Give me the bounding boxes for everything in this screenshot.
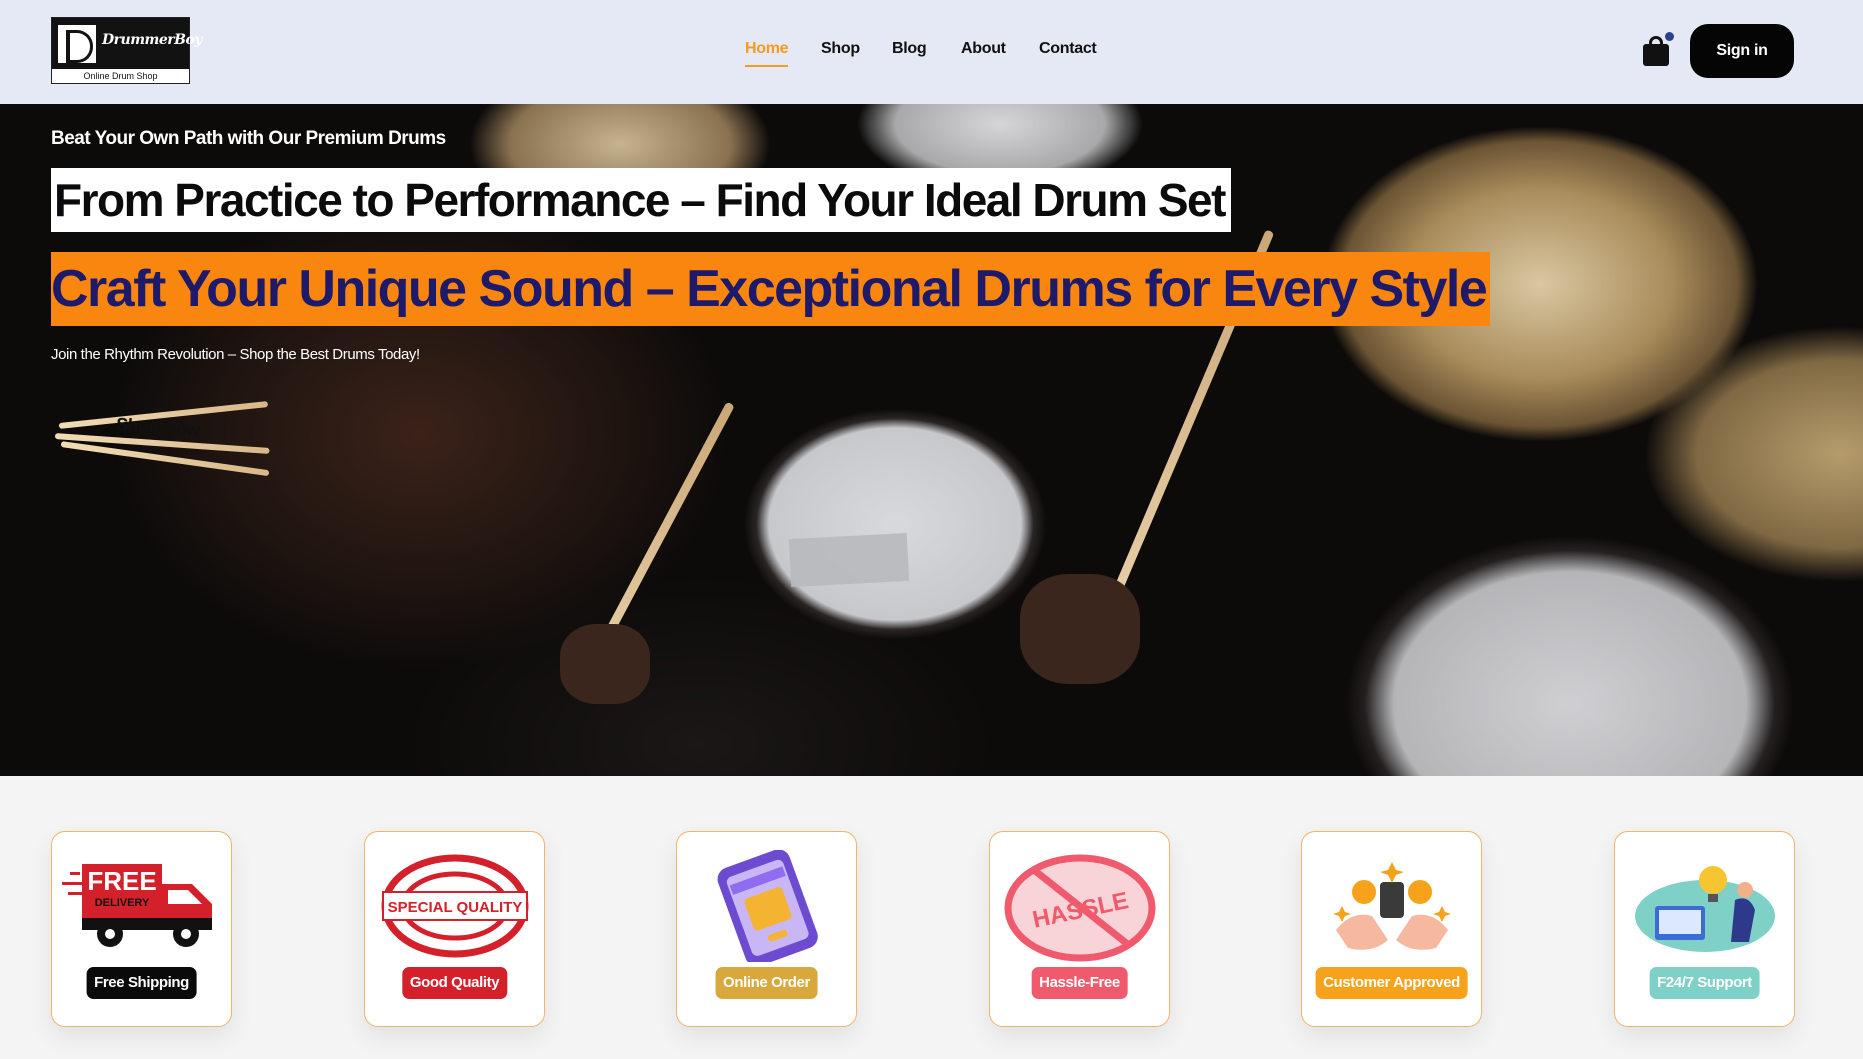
hero-subtext: Join the Rhythm Revolution – Shop the Be… [51,346,420,363]
feature-card-online-order: Online Order [676,831,857,1027]
feature-card-good-quality: SPECIAL QUALITY Good Quality [364,831,545,1027]
support-lightbulb-icon [1635,866,1775,952]
nav-home[interactable]: Home [745,40,789,67]
shopping-bag-icon[interactable] [1643,32,1674,66]
feature-card-customer-approved: Customer Approved [1301,831,1482,1027]
feature-label: Hassle-Free [1031,967,1128,999]
no-hassle-icon: HASSLE [1004,854,1156,962]
feature-label: Customer Approved [1315,967,1468,999]
hero-heading-primary: From Practice to Performance – Find Your… [51,168,1231,232]
feature-label: Online Order [715,967,818,999]
svg-text:FREE: FREE [87,866,156,896]
nav-contact[interactable]: Contact [1039,40,1097,58]
shopping-phone-icon [717,850,818,962]
shop-now-button[interactable]: Shop Now [51,399,276,477]
feature-label: Free Shipping [86,967,197,999]
nav-about[interactable]: About [961,40,1006,58]
shop-now-label: Shop Now [115,414,201,440]
nav-blog[interactable]: Blog [892,40,927,58]
hero-tagline: Beat Your Own Path with Our Premium Drum… [51,128,446,149]
features-strip: FREE DELIVERY Free Shipping SPECIAL QUAL… [0,776,1863,1059]
feature-card-support: F24/7 Support [1614,831,1795,1027]
hero-heading-secondary: Craft Your Unique Sound – Exceptional Dr… [51,252,1491,326]
main-nav: Home Shop Blog About Contact [0,40,1863,67]
svg-text:DELIVERY: DELIVERY [95,897,150,909]
feature-label: Good Quality [401,967,508,999]
svg-text:SPECIAL QUALITY: SPECIAL QUALITY [388,899,523,916]
hero-banner: Beat Your Own Path with Our Premium Drum… [0,104,1863,776]
sign-in-button[interactable]: Sign in [1690,24,1794,78]
nav-shop[interactable]: Shop [821,40,860,58]
feature-card-free-shipping: FREE DELIVERY Free Shipping [51,831,232,1027]
cart-notification-dot [1665,32,1674,41]
delivery-truck-icon: FREE DELIVERY [62,864,212,947]
approval-hands-icon [1333,862,1451,950]
brand-tagline: Online Drum Shop [83,71,158,81]
feature-label: F24/7 Support [1649,967,1760,999]
site-header: DrummerBoy Online Drum Shop Home Shop Bl… [0,0,1863,104]
feature-card-hassle-free: HASSLE Hassle-Free [989,831,1170,1027]
special-quality-stamp-icon: SPECIAL QUALITY [381,854,529,958]
